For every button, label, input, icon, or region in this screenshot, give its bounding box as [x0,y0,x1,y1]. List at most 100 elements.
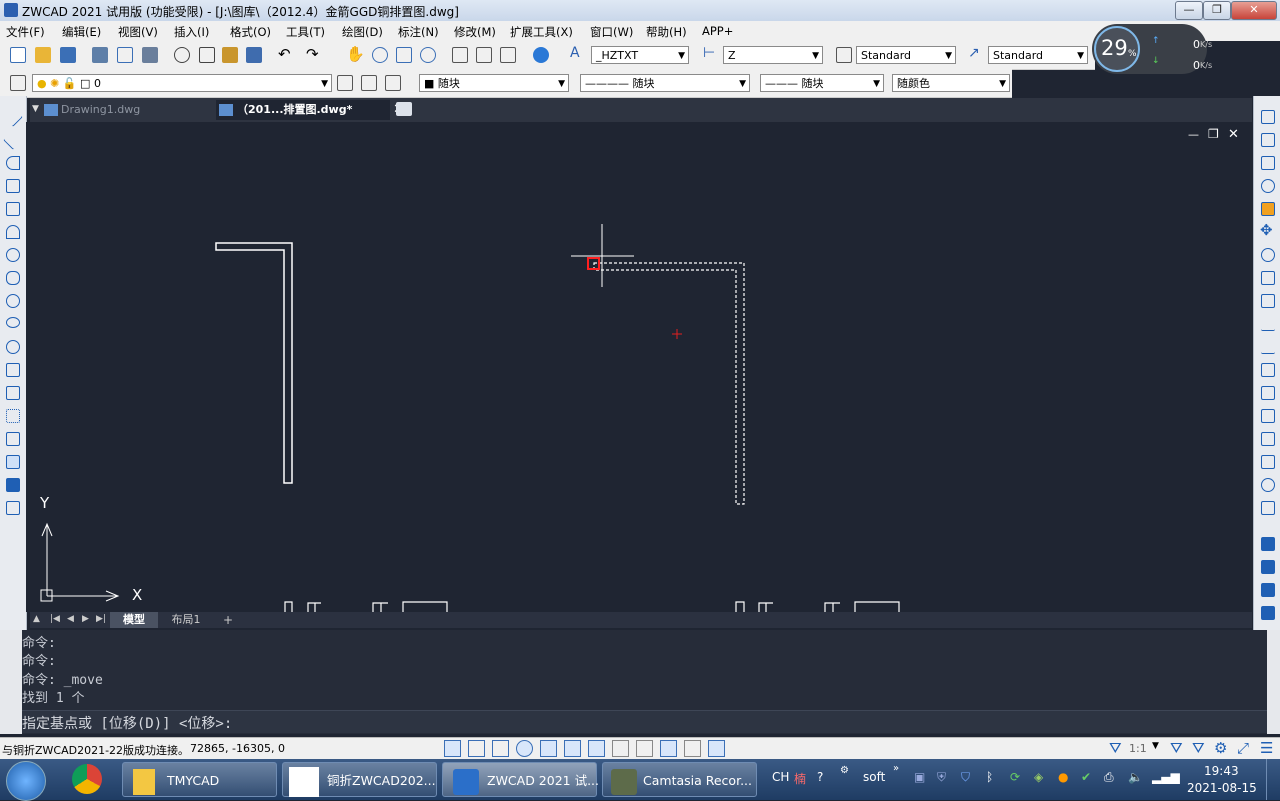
help-icon[interactable] [533,47,549,63]
break-at-point-icon[interactable] [1261,363,1275,377]
annotation-visibility-icon[interactable]: ⛛ [1170,739,1183,757]
rotate-icon[interactable] [1261,248,1275,262]
tray-green-icon[interactable]: ◈ [1034,770,1043,784]
erase-icon[interactable] [1261,110,1275,124]
minimize-button[interactable]: — [1175,1,1203,20]
menu-edit[interactable]: 编辑(E) [62,24,101,40]
network-signal-icon[interactable]: ▂▄▆ [1152,770,1180,784]
menu-draw[interactable]: 绘图(D) [342,24,383,40]
zoom-previous-icon[interactable] [420,47,436,63]
prev-layout-icon[interactable]: ◀ [67,614,74,624]
status-menu-icon[interactable]: ☰ [1260,739,1273,757]
multiline-text-icon[interactable] [6,501,20,515]
new-file-icon[interactable] [10,47,26,63]
arc-icon[interactable] [6,225,20,239]
offset-icon[interactable] [1261,179,1275,193]
tray-app-icon[interactable]: ▣ [914,770,925,784]
insert-block-icon[interactable] [6,363,20,377]
new-tab-icon[interactable] [396,102,412,116]
ortho-toggle-icon[interactable] [492,740,509,757]
table-style-select[interactable]: Standard ▼ [856,46,956,64]
menu-format[interactable]: 格式(O) [230,24,271,40]
canvas-restore-button[interactable]: ❐ [1208,127,1219,141]
copper-bar-selected[interactable] [593,262,745,505]
cut-icon[interactable] [174,47,190,63]
design-center-icon[interactable] [476,47,492,63]
draw-order-above-icon[interactable] [1261,583,1275,597]
bluetooth-icon[interactable]: ᛒ [986,770,993,784]
scale-icon[interactable] [1261,271,1275,285]
polygon-icon[interactable] [6,179,20,193]
trim-icon[interactable] [1261,317,1275,331]
chrome-icon[interactable] [72,764,102,794]
auto-scale-icon[interactable]: ⛛ [1192,739,1205,757]
tray-shield-icon[interactable]: ⛨ [937,770,946,785]
dynamic-input-toggle-icon[interactable] [612,740,629,757]
snap-toggle-icon[interactable] [468,740,485,757]
zoom-realtime-icon[interactable] [372,47,388,63]
layer-states-icon[interactable] [385,75,401,91]
tray-orange-icon[interactable]: ● [1058,770,1068,784]
osnap-toggle-icon[interactable] [540,740,557,757]
next-layout-icon[interactable]: ▶ [82,614,89,624]
zoom-window-icon[interactable] [396,47,412,63]
annotation-scale-value[interactable]: 1:1 [1129,742,1147,755]
first-layout-icon[interactable]: |◀ [50,614,60,624]
save-icon[interactable] [60,47,76,63]
point-icon[interactable] [6,409,20,423]
ellipse-arc-icon[interactable] [6,340,20,354]
text-style-select[interactable]: _HZTXT ▼ [591,46,689,64]
tab-model[interactable]: 模型 [110,612,158,628]
ime-settings-icon[interactable]: ⚙ [840,765,849,776]
fillet-icon[interactable] [1261,455,1275,469]
taskbar-app-zwcad[interactable]: ZWCAD 2021 试... [442,762,599,797]
print-icon[interactable] [92,47,108,63]
ime-help-icon[interactable]: ? [817,770,823,784]
menu-modify[interactable]: 修改(M) [454,24,496,40]
tab-active-drawing[interactable]: （201...排置图.dwg* ✕ [216,100,404,120]
tab-layout1[interactable]: 布局1 [162,612,210,628]
layer-manager-icon[interactable] [10,75,26,91]
plotstyle-select[interactable]: 随颜色 ▼ [892,74,1010,92]
language-indicator[interactable]: CH [772,770,789,784]
menu-file[interactable]: 文件(F) [6,24,45,40]
lineweight-toggle-icon[interactable] [636,740,653,757]
security-shield-icon[interactable]: ⛉ [961,770,970,785]
tray-status-icon[interactable]: ✔ [1081,770,1091,784]
otrack-toggle-icon[interactable] [564,740,581,757]
draw-order-front-icon[interactable] [1261,537,1275,551]
tray-expand-icon[interactable]: » [893,763,899,774]
menu-app[interactable]: APP+ [702,24,733,38]
make-block-icon[interactable] [6,386,20,400]
layer-select[interactable]: ● ✺ 🔓 □ 0 ▼ [32,74,332,92]
polyline-icon[interactable] [6,156,20,170]
chevron-down-icon[interactable]: ▼ [1152,741,1159,751]
join-icon[interactable] [1261,409,1275,423]
multileader-style-select[interactable]: Standard ▼ [988,46,1088,64]
clock-date[interactable]: 2021-08-15 [1187,781,1257,795]
make-current-layer-icon[interactable] [337,75,353,91]
copper-bar-left[interactable] [215,242,293,484]
canvas-minimize-button[interactable]: — [1188,128,1199,141]
explode-icon[interactable] [1261,478,1275,492]
move-icon[interactable]: ✥ [1260,221,1275,239]
sync-icon[interactable]: ⟳ [1010,770,1020,784]
hatch-icon[interactable] [6,432,20,446]
table-icon[interactable] [6,478,20,492]
menu-view[interactable]: 视图(V) [118,24,158,40]
menu-dimension[interactable]: 标注(N) [398,24,439,40]
extend-icon[interactable] [1261,340,1275,354]
transparency-toggle-icon[interactable] [660,740,677,757]
circle-icon[interactable] [6,248,20,262]
pan-icon[interactable]: ✋ [346,45,365,63]
tool-palette-icon[interactable] [500,47,516,63]
taskbar-app-tmycad[interactable]: TMYCAD [122,762,277,797]
mirror-icon[interactable] [1261,156,1275,170]
drawing-svg[interactable] [26,122,1253,612]
menu-help[interactable]: 帮助(H) [646,24,687,40]
tab-list-icon[interactable]: ▼ [32,104,39,114]
scroll-up-icon[interactable]: ▲ [33,614,40,624]
canvas-close-button[interactable]: ✕ [1228,127,1239,142]
maximize-button[interactable]: ❐ [1203,1,1231,20]
menu-tools[interactable]: 工具(T) [286,24,325,40]
